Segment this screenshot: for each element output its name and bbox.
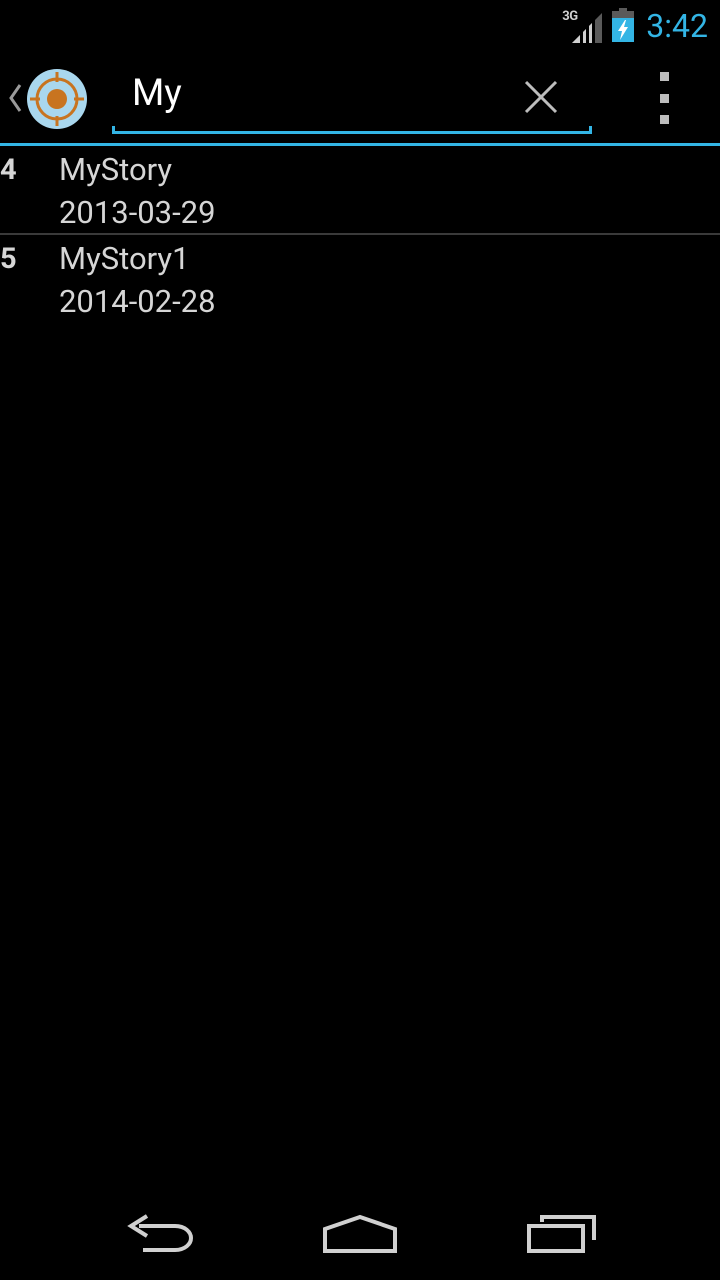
- overflow-menu-button[interactable]: [642, 72, 686, 124]
- close-icon: [524, 80, 558, 114]
- search-input-value[interactable]: My: [132, 72, 182, 115]
- overflow-menu-icon: [659, 72, 669, 81]
- navigation-bar: [0, 1184, 720, 1280]
- search-underline: [112, 131, 592, 134]
- item-date: 2014-02-28: [59, 283, 216, 320]
- network-indicator: 3G: [562, 7, 603, 43]
- target-icon[interactable]: [26, 68, 88, 130]
- item-date: 2013-03-29: [59, 194, 216, 231]
- status-bar: 3G 3:42: [0, 0, 720, 50]
- clock: 3:42: [646, 7, 708, 45]
- overflow-menu-icon-dot: [659, 115, 669, 124]
- results-list: 4 MyStory 2013-03-29 5 MyStory1 2014-02-…: [0, 146, 720, 322]
- home-icon: [323, 1214, 397, 1253]
- recents-icon: [527, 1215, 596, 1253]
- search-underline-right-edge: [589, 126, 592, 134]
- battery-charging-icon: [612, 8, 635, 42]
- item-title: MyStory1: [59, 240, 190, 277]
- list-item[interactable]: 5 MyStory1 2014-02-28: [0, 235, 720, 322]
- item-number: 4: [0, 153, 17, 187]
- back-icon: [127, 1214, 194, 1252]
- chevron-left-icon[interactable]: [6, 82, 24, 114]
- search-underline-left-edge: [112, 126, 115, 134]
- clear-search-button[interactable]: [518, 74, 564, 120]
- back-button[interactable]: [100, 1204, 220, 1264]
- recents-button[interactable]: [502, 1204, 622, 1264]
- item-title: MyStory: [59, 151, 173, 188]
- status-icons: 3G 3:42: [562, 0, 708, 50]
- home-button[interactable]: [300, 1204, 420, 1264]
- overflow-menu-icon-dot: [659, 93, 669, 103]
- list-item[interactable]: 4 MyStory 2013-03-29: [0, 146, 720, 235]
- item-number: 5: [0, 242, 17, 276]
- signal-icon: [572, 13, 603, 43]
